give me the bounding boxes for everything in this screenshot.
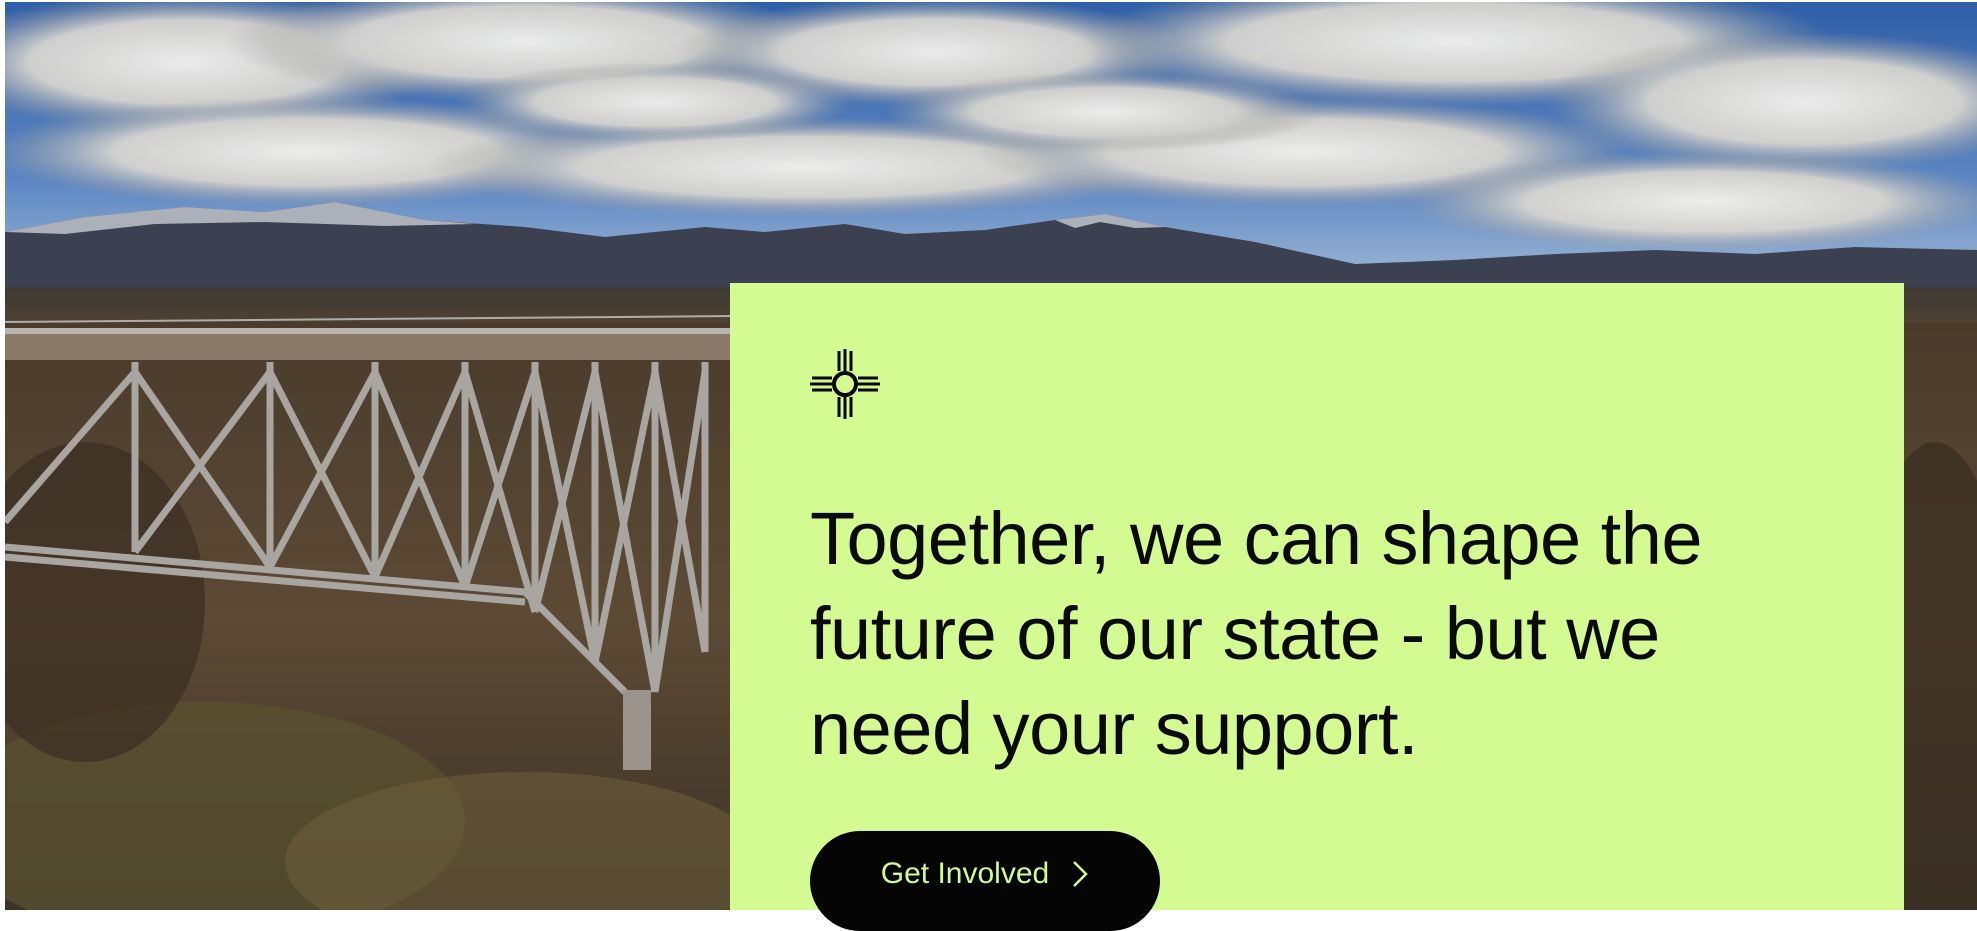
get-involved-label: Get Involved <box>880 857 1050 890</box>
chevron-right-icon <box>1073 861 1088 887</box>
cta-headline: Together, we can shape the future of our… <box>810 497 1703 770</box>
cta-panel: Together, we can shape the future of our… <box>730 283 1904 931</box>
get-involved-button[interactable]: Get Involved <box>810 831 1160 931</box>
zia-sun-symbol-icon <box>810 349 880 419</box>
